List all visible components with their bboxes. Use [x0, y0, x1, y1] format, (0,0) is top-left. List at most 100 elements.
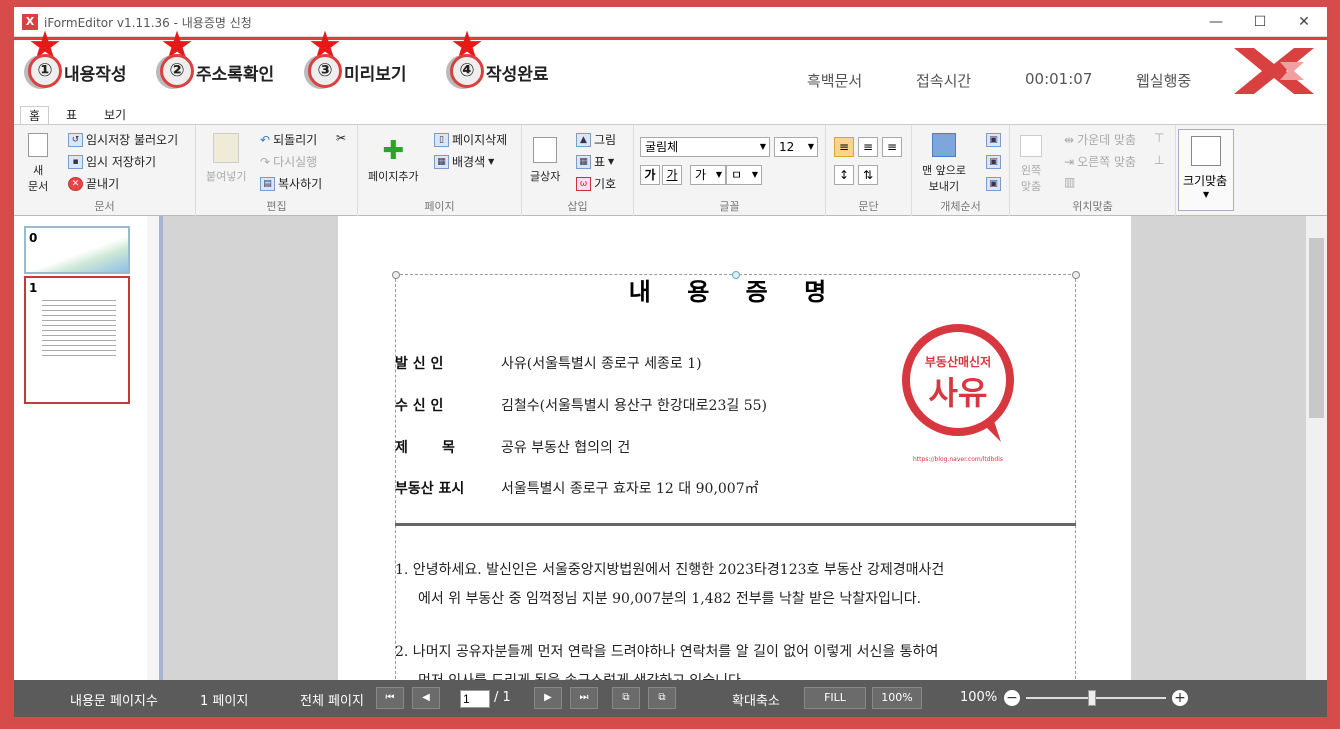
- line-spacing-button[interactable]: ↕: [834, 165, 854, 185]
- symbol-button[interactable]: ω 기호: [576, 175, 616, 192]
- current-page-input[interactable]: [460, 690, 490, 708]
- align-top-icon: ⊤: [1154, 131, 1165, 145]
- chevron-down-icon: ▼: [1203, 190, 1210, 199]
- font-color-select[interactable]: 가 ▼: [690, 165, 726, 185]
- paste-label: 붙여넣기: [206, 170, 247, 183]
- zoom-slider-thumb[interactable]: [1088, 690, 1096, 706]
- delete-page-button[interactable]: ▯ 페이지삭제: [434, 131, 507, 148]
- align-left-button[interactable]: ≡: [834, 137, 854, 157]
- bring-front-label: 맨 앞으로 보내기: [922, 164, 966, 193]
- fit-size-button[interactable]: 크기맞춤 ▼: [1178, 129, 1234, 211]
- underline-button[interactable]: 가: [662, 165, 682, 185]
- zoom-in-icon[interactable]: +: [1172, 690, 1188, 706]
- bring-front-button[interactable]: 맨 앞으로 보내기: [922, 133, 966, 194]
- group-order: 맨 앞으로 보내기 ▣ ▣ ▣ 개체순서: [912, 125, 1010, 217]
- zoom-out-icon[interactable]: −: [1004, 690, 1020, 706]
- send-back-icon[interactable]: ▣: [986, 177, 1001, 191]
- maximize-button[interactable]: ☐: [1238, 11, 1282, 33]
- step-label: 미리보기: [344, 65, 407, 85]
- align-bottom-button[interactable]: ⊥: [1154, 153, 1164, 167]
- exit-label: 끝내기: [86, 177, 120, 191]
- table-button[interactable]: ▦ 표 ▼: [576, 153, 614, 170]
- scrollbar-thumb[interactable]: [1309, 238, 1324, 418]
- save-temp-button[interactable]: ▪ 임시 저장하기: [68, 153, 156, 170]
- undo-button[interactable]: ↶ 되돌리기: [260, 131, 317, 148]
- document-title: 내 용 증 명: [628, 277, 841, 306]
- svg-text:부동산매신저: 부동산매신저: [925, 354, 991, 369]
- exit-button[interactable]: ✕ 끝내기: [68, 175, 119, 192]
- copy-button[interactable]: ▤ 복사하기: [260, 175, 322, 192]
- image-button[interactable]: ▲ 그림: [576, 131, 616, 148]
- redo-button[interactable]: ↷ 다시실행: [260, 153, 317, 170]
- align-bottom-icon: ⊥: [1154, 153, 1165, 167]
- bring-forward-icon[interactable]: ▣: [986, 133, 1001, 147]
- group-paragraph: ≡ ≡ ≡ ↕ ⇅ 문단: [826, 125, 912, 217]
- fill-label: FILL: [824, 691, 846, 704]
- scissors-icon: ✂: [336, 131, 347, 145]
- align-left-object-button[interactable]: 왼쪽 맞춤: [1020, 135, 1042, 194]
- step-number: ③: [308, 54, 342, 88]
- add-page-icon: ✚: [382, 136, 405, 166]
- textbox-button[interactable]: 글상자: [530, 137, 560, 184]
- last-page-button[interactable]: ⏭: [570, 687, 598, 709]
- distribute-button[interactable]: ▥: [1064, 175, 1075, 189]
- close-icon: ✕: [68, 176, 83, 191]
- time-value: 00:01:07: [1025, 70, 1093, 88]
- zoom-100-button[interactable]: 100%: [872, 687, 922, 709]
- thumbnail-page-0[interactable]: 0: [24, 226, 130, 274]
- align-right-object-button[interactable]: ⇥ 오른쪽 맞춤: [1064, 153, 1136, 170]
- minimize-button[interactable]: —: [1194, 11, 1238, 33]
- load-temp-button[interactable]: ↺ 임시저장 불러오기: [68, 131, 178, 148]
- document-scrollbar[interactable]: [1306, 216, 1327, 680]
- chevron-down-icon: ▼: [608, 157, 615, 166]
- highlight-select[interactable]: ㅁ ▼: [726, 165, 762, 185]
- paste-button[interactable]: 붙여넣기: [206, 133, 246, 184]
- paragraph-2-line-1: 2. 나머지 공유자분들께 먼저 연락을 드려야하나 연락처를 알 길이 없어 …: [395, 644, 939, 660]
- page-view-button[interactable]: ⧉: [648, 687, 676, 709]
- paragraph-spacing-button[interactable]: ⇅: [858, 165, 878, 185]
- tab-table[interactable]: 표: [58, 106, 85, 124]
- fill-button[interactable]: FILL: [804, 687, 866, 709]
- image-icon: ▲: [576, 132, 591, 147]
- send-backward-icon[interactable]: ▣: [986, 155, 1001, 169]
- document-page[interactable]: 내 용 증 명 발 신 인 사유(서울특별시 종로구 세종로 1) 수 신 인 …: [338, 216, 1131, 680]
- next-page-button[interactable]: ▶: [534, 687, 562, 709]
- prev-page-button[interactable]: ◀: [412, 687, 440, 709]
- sender-label: 발 신 인: [395, 356, 444, 372]
- thumbnail-scrollbar[interactable]: [147, 216, 159, 680]
- align-center-button[interactable]: ≡: [858, 137, 878, 157]
- chevron-down-icon: ▼: [807, 142, 814, 151]
- tab-view[interactable]: 보기: [96, 106, 134, 124]
- group-label: 삽입: [567, 200, 588, 213]
- clipboard-icon: [213, 133, 240, 163]
- tab-home[interactable]: 홈: [20, 106, 50, 124]
- new-document-button[interactable]: 새 문서: [28, 133, 48, 194]
- cut-button[interactable]: ✂: [336, 131, 346, 145]
- bold-button[interactable]: 가: [640, 165, 660, 185]
- add-page-button[interactable]: ✚ 페이지추가: [368, 137, 419, 184]
- brand-logo: [1234, 48, 1314, 94]
- status-label: 웹실행중: [1136, 72, 1192, 90]
- thumbnail-page-1[interactable]: 1: [24, 276, 130, 404]
- highlight-value: ㅁ: [731, 168, 743, 182]
- thumbnail-text-lines: [42, 296, 116, 356]
- step-number: ②: [160, 54, 194, 88]
- group-label: 문단: [858, 200, 879, 213]
- background-color-button[interactable]: ▦ 배경색 ▼: [434, 153, 494, 170]
- load-icon: ↺: [68, 132, 83, 147]
- add-page-status-button[interactable]: ⧉: [612, 687, 640, 709]
- align-right-object-label: 오른쪽 맞춤: [1077, 155, 1137, 169]
- align-center-object-button[interactable]: ⇹ 가운데 맞춤: [1064, 131, 1136, 148]
- doc-type-label: 흑백문서: [807, 72, 863, 90]
- font-color-value: 가: [695, 168, 707, 182]
- property-value: 서울특별시 종로구 효자로 12 대 90,007㎡: [501, 481, 759, 497]
- first-page-button[interactable]: ⏮: [376, 687, 404, 709]
- image-label: 그림: [594, 133, 617, 147]
- font-size-select[interactable]: 12 ▼: [774, 137, 818, 157]
- align-top-button[interactable]: ⊤: [1154, 131, 1164, 145]
- font-family-select[interactable]: 굴림체 ▼: [640, 137, 770, 157]
- thumbnail-number: 1: [29, 281, 38, 295]
- zoom-slider-track[interactable]: [1026, 697, 1166, 699]
- close-button[interactable]: ✕: [1282, 11, 1326, 33]
- align-right-button[interactable]: ≡: [882, 137, 902, 157]
